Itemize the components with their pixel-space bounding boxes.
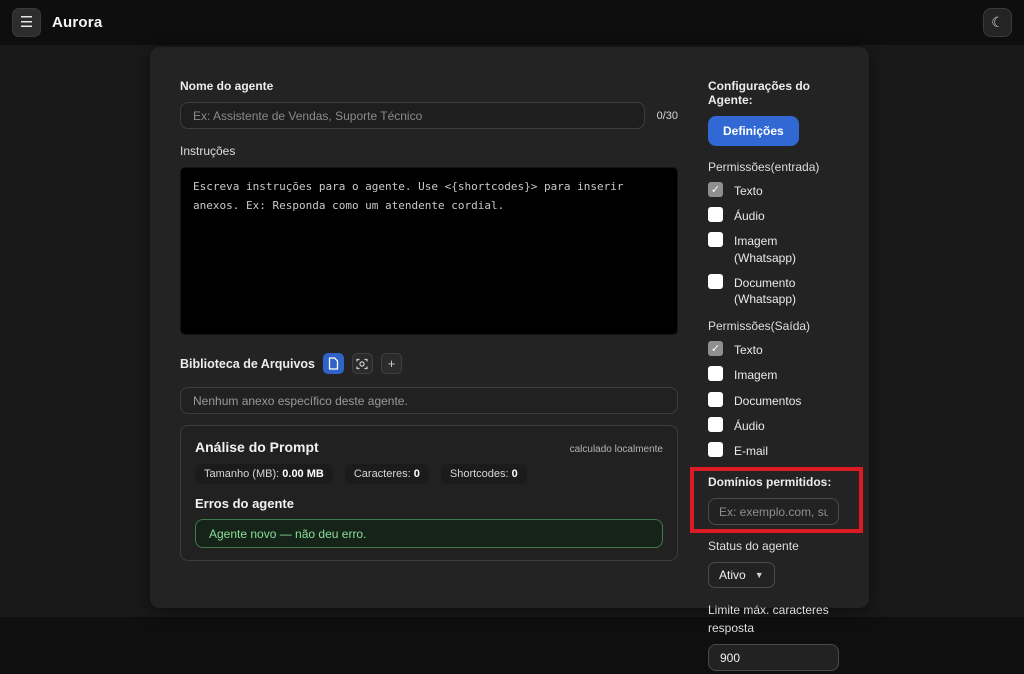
unchecked-checkbox-icon [708,392,723,407]
stat-size: Tamanho (MB): 0.00 MB [195,464,333,484]
form-main-column: Nome do agente 0/30 Instruções Bibliotec… [180,79,678,608]
analysis-note: calculado localmente [570,444,663,455]
checkbox-label: Documentos [734,392,801,409]
agent-settings-label: Configurações do Agente: [708,79,839,107]
stat-size-value: 0.00 MB [282,468,324,480]
char-counter: 0/30 [657,110,678,122]
definitions-button[interactable]: Definições [708,116,799,146]
instructions-label: Instruções [180,144,678,158]
add-file-button[interactable]: + [381,353,402,374]
unchecked-checkbox-icon [708,274,723,289]
analysis-title: Análise do Prompt [195,439,319,455]
checkbox-output-texto[interactable]: ✓ Texto [708,341,839,358]
char-limit-input[interactable] [708,644,839,671]
file-library-label: Biblioteca de Arquivos [180,357,315,371]
checkbox-input-imagem-whatsapp[interactable]: Imagem (Whatsapp) [708,232,839,265]
agent-status-select[interactable]: Ativo ▼ [708,562,775,588]
chevron-down-icon: ▼ [755,570,764,580]
checkbox-output-documentos[interactable]: Documentos [708,392,839,409]
stat-characters-value: 0 [414,468,420,480]
permissions-output-title: Permissões(Saída) [708,319,839,333]
agent-status-label: Status do agente [708,539,839,553]
permissions-input-list: ✓ Texto Áudio Imagem (Whatsapp) Document… [708,182,839,307]
checkbox-label: Imagem (Whatsapp) [734,232,839,265]
checkbox-label: Imagem [734,366,777,383]
top-bar: ☰ Aurora ☾ [0,0,1024,45]
page-background: Nome do agente 0/30 Instruções Bibliotec… [0,45,1024,617]
checkbox-input-documento-whatsapp[interactable]: Documento (Whatsapp) [708,274,839,307]
char-limit-label: Limite máx. caracteres resposta [708,601,839,637]
permissions-input-title: Permissões(entrada) [708,160,839,174]
agent-status-alert: Agente novo — não deu erro. [195,519,663,548]
checked-checkbox-icon: ✓ [708,182,723,197]
theme-toggle-button[interactable]: ☾ [983,8,1012,37]
moon-icon: ☾ [991,14,1004,31]
menu-button[interactable]: ☰ [12,8,41,37]
unchecked-checkbox-icon [708,232,723,247]
plus-icon: + [388,357,396,370]
agent-name-input[interactable] [180,102,645,129]
checked-checkbox-icon: ✓ [708,341,723,356]
unchecked-checkbox-icon [708,207,723,222]
stat-characters: Caracteres: 0 [345,464,429,484]
document-upload-button[interactable] [323,353,344,374]
allowed-domains-group: Domínios permitidos: [708,475,839,525]
permissions-output-list: ✓ Texto Imagem Documentos Áudio E- [708,341,839,459]
allowed-domains-label: Domínios permitidos: [708,475,839,489]
checkbox-label: Texto [734,341,763,358]
checkbox-label: Documento (Whatsapp) [734,274,839,307]
unchecked-checkbox-icon [708,366,723,381]
checkbox-output-imagem[interactable]: Imagem [708,366,839,383]
hamburger-menu-icon: ☰ [20,15,33,30]
unchecked-checkbox-icon [708,442,723,457]
agent-errors-title: Erros do agente [195,496,663,511]
checkbox-label: Áudio [734,417,765,434]
checkbox-output-email[interactable]: E-mail [708,442,839,459]
attachments-empty-box: Nenhum anexo específico deste agente. [180,387,678,414]
scan-image-button[interactable] [352,353,373,374]
stat-shortcodes: Shortcodes: 0 [441,464,527,484]
form-side-column: Configurações do Agente: Definições Perm… [708,79,839,608]
scan-icon [356,358,368,370]
prompt-analysis-panel: Análise do Prompt calculado localmente T… [180,425,678,561]
checkbox-label: Áudio [734,207,765,224]
allowed-domains-input[interactable] [708,498,839,525]
checkbox-output-audio[interactable]: Áudio [708,417,839,434]
stat-shortcodes-value: 0 [512,468,518,480]
checkbox-label: E-mail [734,442,768,459]
stat-shortcodes-label: Shortcodes: [450,468,509,480]
checkbox-input-audio[interactable]: Áudio [708,207,839,224]
file-icon [328,357,339,370]
stat-characters-label: Caracteres: [354,468,411,480]
instructions-textarea[interactable] [180,167,678,335]
agent-name-label: Nome do agente [180,79,678,93]
app-title: Aurora [52,14,102,31]
agent-form-card: Nome do agente 0/30 Instruções Bibliotec… [150,47,869,608]
stat-size-label: Tamanho (MB): [204,468,279,480]
unchecked-checkbox-icon [708,417,723,432]
checkbox-label: Texto [734,182,763,199]
status-selected-value: Ativo [719,568,746,582]
checkbox-input-texto[interactable]: ✓ Texto [708,182,839,199]
